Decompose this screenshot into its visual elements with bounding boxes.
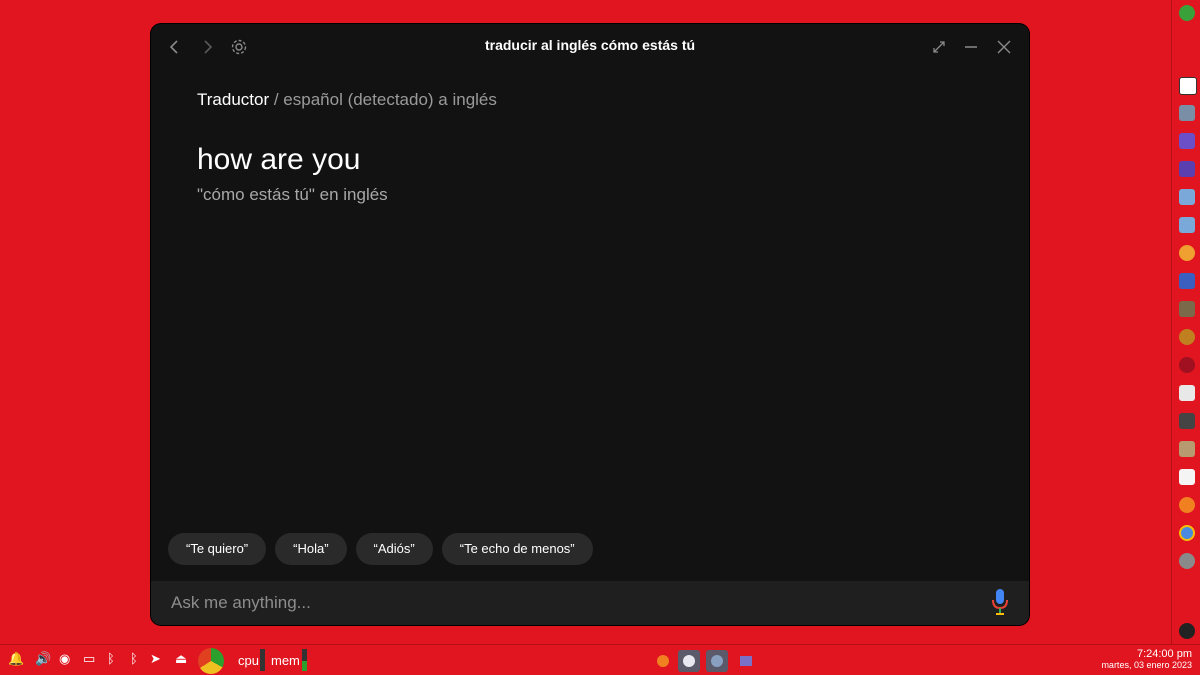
firefox-icon[interactable] <box>1179 497 1195 513</box>
right-dock <box>1171 0 1200 645</box>
bluetooth-icon[interactable]: ᛒ <box>107 653 115 667</box>
translation-source: "cómo estás tú" en inglés <box>197 185 388 204</box>
chrome-icon[interactable] <box>1179 525 1195 541</box>
breadcrumb-language-pair: / español (detectado) a inglés <box>269 90 497 109</box>
suggestion-chips: “Te quiero” “Hola” “Adiós” “Te echo de m… <box>168 533 593 565</box>
archive-app-icon[interactable] <box>1179 301 1195 317</box>
document-app-icon[interactable] <box>1179 469 1195 485</box>
clock-date: martes, 03 enero 2023 <box>1101 660 1192 670</box>
accessory-app-icon[interactable] <box>1179 245 1195 261</box>
package-app-icon[interactable] <box>1179 441 1195 457</box>
minimize-icon[interactable] <box>961 37 981 57</box>
system-gauge-icon[interactable] <box>198 648 224 674</box>
mem-label: mem <box>271 653 300 668</box>
suggestion-chip[interactable]: “Te echo de menos” <box>441 533 593 565</box>
clock-time: 7:24:00 pm <box>1136 648 1192 660</box>
tools-icon[interactable] <box>1179 105 1195 121</box>
window-title: traducir al inglés cómo estás tú <box>484 37 696 53</box>
query-input[interactable] <box>169 589 953 617</box>
suggestion-chip[interactable]: “Adiós” <box>355 533 433 565</box>
translation-result: how are you <box>197 143 361 176</box>
cursor-app-icon[interactable] <box>1179 189 1195 205</box>
assistant-window: traducir al inglés cómo estás tú Traduct… <box>151 24 1029 625</box>
close-icon[interactable] <box>994 37 1014 57</box>
taskbar-telegram-icon[interactable] <box>706 650 728 672</box>
telegram-icon[interactable]: ➤ <box>150 653 161 667</box>
expand-icon[interactable] <box>929 37 949 57</box>
breadcrumb: Traductor / español (detectado) a inglés <box>197 90 497 110</box>
eye-app-icon[interactable] <box>1179 623 1195 639</box>
chat-app-icon[interactable]: ◉ <box>59 653 70 667</box>
launcher-app-icon[interactable] <box>1179 329 1195 345</box>
bottom-panel: 🔔 🔊 ◉ ▭ ᛒ ᛒ ➤ ⏏ cpu mem 7:24:00 pm marte… <box>0 644 1200 675</box>
breadcrumb-translator[interactable]: Traductor <box>197 90 269 109</box>
display-icon[interactable]: ▭ <box>83 653 95 667</box>
taskbar-assistant-icon[interactable] <box>678 650 700 672</box>
media-app-icon[interactable] <box>1179 161 1195 177</box>
title-bar: traducir al inglés cómo estás tú <box>151 24 1029 70</box>
rocket-app-icon[interactable] <box>1179 553 1195 569</box>
terminal-icon[interactable] <box>1179 413 1195 429</box>
mem-meter <box>302 649 307 671</box>
cpu-meter <box>260 649 265 671</box>
puzzle-app-icon[interactable] <box>1179 133 1195 149</box>
grammar-app-icon[interactable] <box>1179 5 1195 21</box>
m-app-icon[interactable] <box>1179 357 1195 373</box>
suggestion-chip[interactable]: “Te quiero” <box>168 533 267 565</box>
cpu-label: cpu <box>238 653 259 668</box>
x-app-icon[interactable] <box>1179 77 1197 95</box>
bluetooth-2-icon[interactable]: ᛒ <box>130 653 138 667</box>
microphone-icon[interactable] <box>991 588 1009 620</box>
eject-icon[interactable]: ⏏ <box>175 653 187 667</box>
clock[interactable]: 7:24:00 pm martes, 03 enero 2023 <box>1101 648 1192 670</box>
suggestion-chip[interactable]: “Hola” <box>275 533 347 565</box>
cursor-app-2-icon[interactable] <box>1179 217 1195 233</box>
volume-icon[interactable]: 🔊 <box>35 653 51 667</box>
cloud-app-icon[interactable] <box>1179 385 1195 401</box>
file-manager-icon[interactable] <box>1179 273 1195 289</box>
notification-bell-icon[interactable]: 🔔 <box>8 653 24 667</box>
taskbar-window-icon[interactable] <box>734 650 756 672</box>
taskbar-firefox-icon[interactable] <box>652 650 674 672</box>
query-bar <box>151 581 1029 625</box>
